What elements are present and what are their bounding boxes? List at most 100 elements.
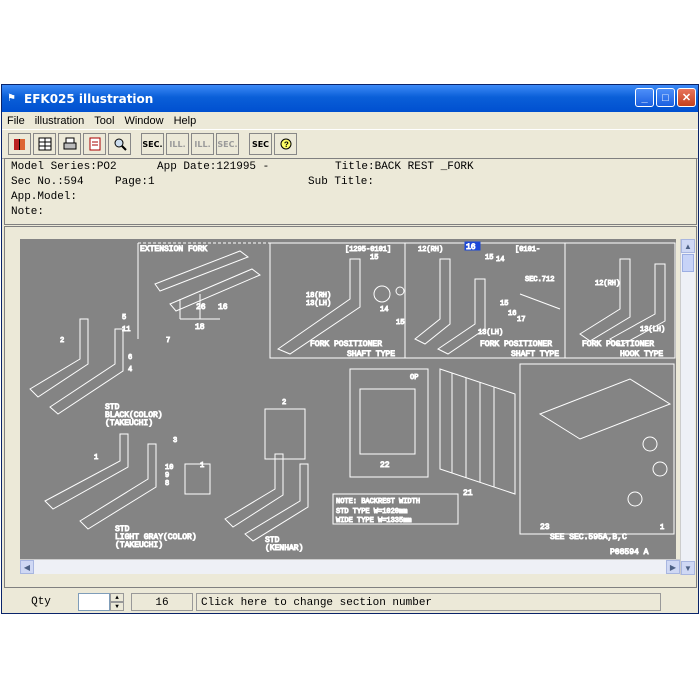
sec-help-icon[interactable]: SEC bbox=[249, 133, 272, 155]
callout-1b: 1 bbox=[200, 462, 204, 470]
callout-15b: 15 bbox=[396, 319, 404, 327]
label-code1: [1295-0101] bbox=[345, 246, 391, 254]
label-sec712: SEC.712 bbox=[525, 276, 554, 284]
callout-26: 26 bbox=[196, 303, 206, 312]
doc-title: Title:BACK REST _FORK bbox=[335, 161, 474, 173]
app-model: App.Model: bbox=[11, 191, 78, 203]
callout-1c: 1 bbox=[660, 524, 664, 532]
menu-window[interactable]: Window bbox=[119, 115, 168, 127]
callout-2a: 2 bbox=[60, 337, 64, 345]
menu-help[interactable]: Help bbox=[169, 115, 202, 127]
label-rh-lh: 18(RH) bbox=[306, 292, 331, 300]
menu-illustration[interactable]: illustration bbox=[30, 115, 90, 127]
callout-11: 11 bbox=[122, 326, 130, 334]
sec-forward-icon[interactable]: SEC. bbox=[216, 133, 239, 155]
sec-icon[interactable]: SEC. bbox=[141, 133, 164, 155]
ill-back-icon[interactable]: ILL. bbox=[166, 133, 189, 155]
label-wide-type: WIDE TYPE W=1335mm bbox=[336, 517, 412, 525]
std-fork-light-gray bbox=[44, 433, 211, 530]
svg-text:?: ? bbox=[284, 141, 289, 150]
callout-21: 21 bbox=[463, 489, 473, 498]
magnifier-icon[interactable] bbox=[108, 133, 131, 155]
label-highlight: 16 bbox=[466, 243, 476, 252]
vertical-scrollbar[interactable]: ▲ ▼ bbox=[680, 239, 695, 575]
callout-18: 18 bbox=[195, 323, 205, 332]
ill-forward-icon[interactable]: ILL. bbox=[191, 133, 214, 155]
label-extension-fork: EXTENSION FORK bbox=[140, 245, 207, 254]
horizontal-scrollbar[interactable]: ◀ ▶ bbox=[20, 559, 680, 574]
close-button[interactable]: ✕ bbox=[677, 88, 696, 107]
qty-label: Qty bbox=[31, 596, 51, 608]
grid-icon[interactable] bbox=[33, 133, 56, 155]
hint-icon[interactable]: ? bbox=[274, 133, 297, 155]
label-op: OP bbox=[410, 374, 418, 382]
callout-22: 22 bbox=[380, 461, 390, 470]
callout-10: 10 bbox=[165, 464, 173, 472]
callout-6: 6 bbox=[128, 354, 132, 362]
callout-15d: 15 bbox=[500, 300, 508, 308]
callout-3: 3 bbox=[173, 437, 177, 445]
change-section-button[interactable]: Click here to change section number bbox=[196, 593, 661, 611]
callout-17: 17 bbox=[517, 316, 525, 324]
drawing-area: EXTENSION FORK 26 16 18 [1295-0101] [010… bbox=[4, 226, 697, 588]
label-lh2: 13(LH) bbox=[478, 329, 503, 337]
printer-icon[interactable] bbox=[58, 133, 81, 155]
status-bar: Qty ▲ ▼ 16 Click here to change section … bbox=[4, 591, 697, 613]
sec-no: Sec No.:594 bbox=[11, 176, 84, 188]
label-std-type: STD TYPE W=1020mm bbox=[336, 508, 407, 516]
callout-7: 7 bbox=[166, 337, 170, 345]
qty-spinner[interactable]: ▲ ▼ bbox=[110, 593, 124, 611]
menu-file[interactable]: File bbox=[2, 115, 30, 127]
title-bar[interactable]: ⚑ EFK025 illustration _ □ ✕ bbox=[2, 85, 698, 112]
label-shaft-type-1: SHAFT TYPE bbox=[347, 350, 395, 359]
label-lh3: 13(LH) bbox=[640, 326, 665, 334]
callout-16a: 16 bbox=[218, 303, 228, 312]
app-icon: ⚑ bbox=[7, 92, 16, 104]
callout-14b: 14 bbox=[496, 256, 504, 264]
page-number: Page:1 bbox=[115, 176, 155, 188]
section-number-field[interactable]: 16 bbox=[131, 593, 193, 611]
scroll-up-icon[interactable]: ▲ bbox=[681, 239, 695, 253]
app-window: ⚑ EFK025 illustration _ □ ✕ File illustr… bbox=[1, 84, 699, 614]
label-fork-positioner-3: FORK POSITIONER bbox=[582, 340, 654, 349]
minimize-button[interactable]: _ bbox=[635, 88, 654, 107]
page-icon[interactable] bbox=[83, 133, 106, 155]
label-rh1: 12(RH) bbox=[418, 246, 443, 254]
callout-1a: 1 bbox=[94, 454, 98, 462]
book-icon[interactable] bbox=[8, 133, 31, 155]
menu-tool[interactable]: Tool bbox=[89, 115, 119, 127]
label-fork-positioner-2: FORK POSITIONER bbox=[480, 340, 552, 349]
label-takeuchi1: (TAKEUCHI) bbox=[105, 419, 153, 428]
maximize-button[interactable]: □ bbox=[656, 88, 675, 107]
scroll-right-icon[interactable]: ▶ bbox=[666, 560, 680, 574]
scroll-left-icon[interactable]: ◀ bbox=[20, 560, 34, 574]
label-hook-type: HOOK TYPE bbox=[620, 350, 663, 359]
menu-bar: File illustration Tool Window Help bbox=[2, 112, 698, 129]
label-fig-code: P08594 A bbox=[610, 548, 649, 557]
std-fork-black bbox=[29, 318, 124, 415]
callout-2b: 2 bbox=[282, 399, 286, 407]
callout-14a: 14 bbox=[380, 306, 388, 314]
window-title: EFK025 illustration bbox=[24, 91, 154, 106]
label-shaft-type-2: SHAFT TYPE bbox=[511, 350, 559, 359]
callout-23: 23 bbox=[540, 523, 550, 532]
callout-8: 8 bbox=[165, 480, 169, 488]
info-panel: Model Series:PO2 App Date:121995 - Title… bbox=[4, 158, 697, 225]
callout-15c: 15 bbox=[485, 254, 493, 262]
callout-9: 9 bbox=[165, 472, 169, 480]
toolbar: SEC. ILL. ILL. SEC. SEC ? bbox=[2, 129, 698, 159]
label-see-sec: SEE SEC.595A,B,C bbox=[550, 533, 627, 542]
illustration-canvas[interactable]: EXTENSION FORK 26 16 18 [1295-0101] [010… bbox=[20, 239, 676, 559]
vertical-scroll-thumb[interactable] bbox=[682, 254, 694, 272]
callout-15a: 15 bbox=[370, 254, 378, 262]
spin-down-icon[interactable]: ▼ bbox=[110, 602, 124, 611]
spin-up-icon[interactable]: ▲ bbox=[110, 593, 124, 602]
note: Note: bbox=[11, 206, 45, 218]
label-code2: [0101- bbox=[515, 246, 540, 254]
scroll-down-icon[interactable]: ▼ bbox=[681, 561, 695, 575]
label-rh2: 12(RH) bbox=[595, 280, 620, 288]
std-fork-kenhar bbox=[224, 408, 309, 542]
callout-5: 5 bbox=[122, 314, 126, 322]
qty-input[interactable] bbox=[78, 593, 110, 611]
backrest-illustration bbox=[439, 368, 516, 495]
